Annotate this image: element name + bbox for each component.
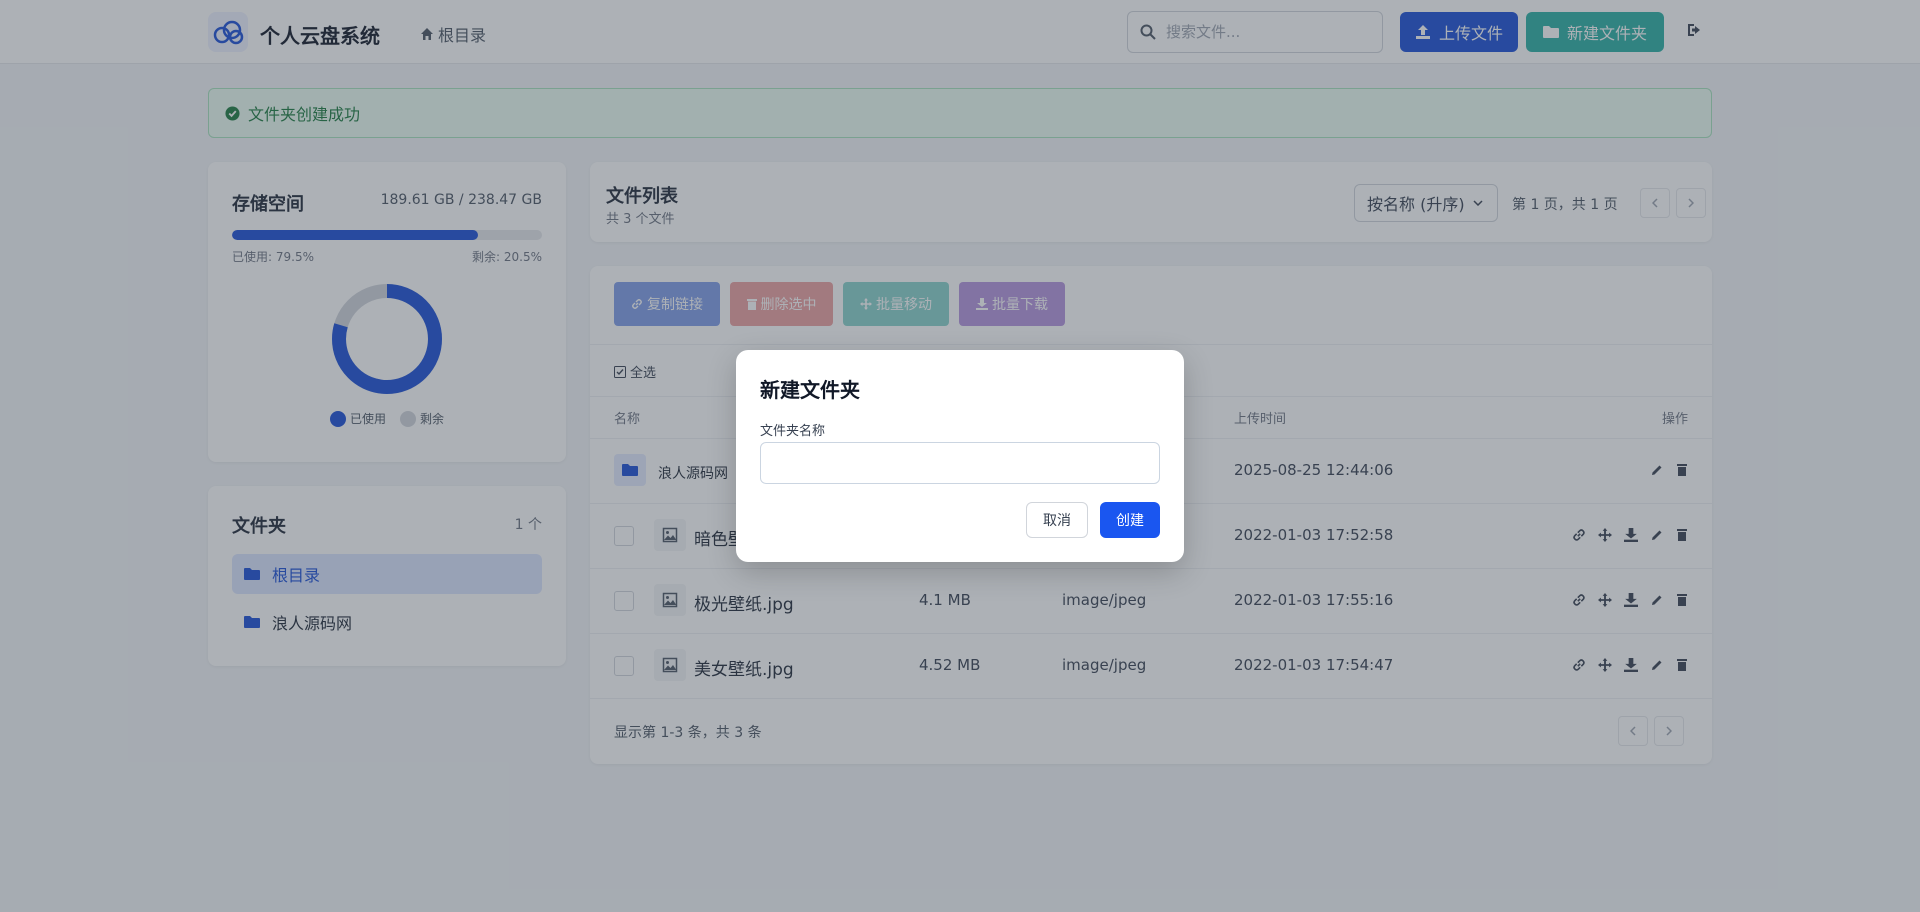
folder-name-input[interactable] [760, 442, 1160, 484]
cancel-button[interactable]: 取消 [1026, 502, 1088, 538]
create-button[interactable]: 创建 [1100, 502, 1160, 538]
new-folder-dialog: 新建文件夹 文件夹名称 取消 创建 [736, 350, 1184, 562]
dialog-title: 新建文件夹 [760, 378, 860, 402]
folder-name-label: 文件夹名称 [760, 424, 826, 439]
